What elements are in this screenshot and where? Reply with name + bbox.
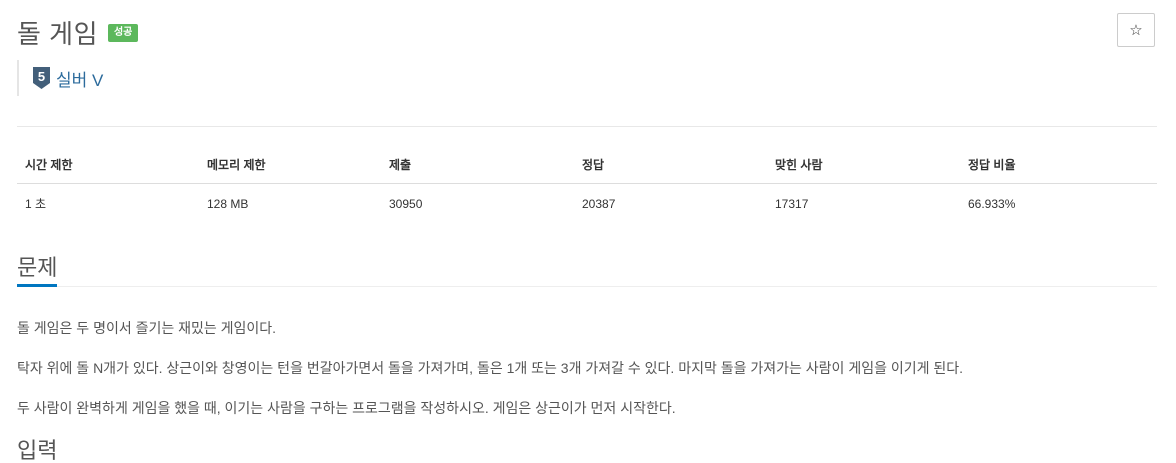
table-header-row: 시간 제한 메모리 제한 제출 정답 맞힌 사람 정답 비율 xyxy=(17,146,1157,184)
accepted-value: 20387 xyxy=(582,196,616,211)
submissions-value: 30950 xyxy=(389,196,423,211)
star-icon: ☆ xyxy=(1129,22,1143,39)
problem-description: 돌 게임은 두 명이서 즐기는 재밌는 게임이다. 탁자 위에 돌 N개가 있다… xyxy=(17,318,1157,438)
description-paragraph: 두 사람이 완벽하게 게임을 했을 때, 이기는 사람을 구하는 프로그램을 작… xyxy=(17,400,676,416)
header-submissions: 제출 xyxy=(381,146,574,184)
input-section-title: 입력 xyxy=(17,438,58,463)
tier-info: 5 실버 V xyxy=(17,60,103,96)
header-accepted: 정답 xyxy=(574,146,767,184)
problem-title: 돌 게임 xyxy=(17,19,98,49)
table-row: 1 초 128 MB 30950 20387 17317 66.933% xyxy=(17,184,1157,224)
tier-number: 5 xyxy=(38,69,45,84)
header-accept-ratio: 정답 비율 xyxy=(960,146,1157,184)
accept-ratio-value: 66.933% xyxy=(968,196,1016,211)
section-title: 문제 xyxy=(17,250,58,287)
status-badge: 성공 xyxy=(107,23,139,42)
divider xyxy=(17,126,1157,127)
memory-limit-value: 128 MB xyxy=(207,196,249,211)
problem-info-table: 시간 제한 메모리 제한 제출 정답 맞힌 사람 정답 비율 1 초 128 M… xyxy=(17,146,1157,223)
favorite-button[interactable]: ☆ xyxy=(1117,13,1155,47)
time-limit-value: 1 초 xyxy=(25,197,47,211)
tier-badge-icon: 5 xyxy=(33,67,50,89)
description-paragraph: 탁자 위에 돌 N개가 있다. 상근이와 창영이는 턴을 번갈아가면서 돌을 가… xyxy=(17,360,964,376)
header-time-limit: 시간 제한 xyxy=(17,146,199,184)
description-paragraph: 돌 게임은 두 명이서 즐기는 재밌는 게임이다. xyxy=(17,320,277,336)
header-solved-users: 맞힌 사람 xyxy=(767,146,960,184)
problem-section-header: 문제 xyxy=(17,250,1157,287)
header-memory-limit: 메모리 제한 xyxy=(199,146,381,184)
tier-label[interactable]: 실버 V xyxy=(56,66,103,91)
solved-users-value: 17317 xyxy=(775,196,809,211)
problem-header: 돌 게임 성공 xyxy=(17,14,139,51)
